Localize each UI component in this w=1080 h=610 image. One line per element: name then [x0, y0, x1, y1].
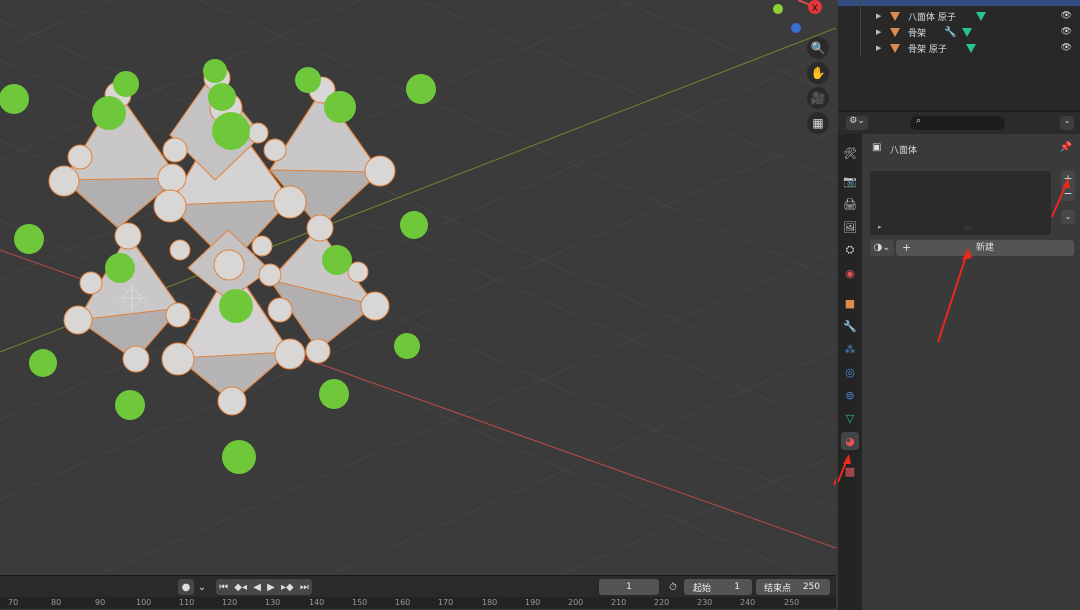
mesh-object-icon — [890, 27, 900, 37]
mesh-data-icon[interactable] — [962, 27, 972, 37]
jump-end-icon[interactable]: ⏭ — [300, 582, 309, 593]
play-icon[interactable]: ▶ — [267, 582, 275, 593]
frame-ruler[interactable]: 70 80 90 100 110 120 130 140 150 160 170… — [0, 597, 836, 608]
mesh-object-icon — [890, 11, 900, 21]
mesh-data-icon[interactable] — [966, 43, 976, 53]
properties-editor[interactable]: ⚙⌄ ⌕ ⌄ 🛠 📷 🖨 🖼 ⛭ ◉ ■ 🔧 ⁂ ◎ ⊚ ▽ ◕ ▩ ▣ 八面体… — [838, 110, 1080, 610]
mesh-object-icon — [890, 43, 900, 53]
end-value: 250 — [802, 582, 820, 592]
ruler-tick: 140 — [309, 598, 325, 607]
expand-arrow-icon[interactable]: ▶ — [876, 44, 881, 52]
annotation-arrow-left — [833, 477, 836, 486]
mesh-data-icon[interactable] — [976, 11, 986, 21]
ruler-tick: 110 — [179, 598, 195, 607]
start-value: 1 — [734, 582, 740, 592]
record-dropdown-icon[interactable]: ⌄ — [196, 579, 208, 595]
end-label: 结束点 — [764, 583, 792, 594]
camera-view-icon[interactable]: 🎥 — [807, 87, 829, 109]
ruler-tick: 220 — [654, 598, 670, 607]
zoom-icon[interactable]: 🔍 — [807, 37, 829, 59]
pan-hand-icon[interactable]: ✋ — [807, 62, 829, 84]
ruler-tick: 90 — [95, 598, 106, 607]
expand-arrow-icon[interactable]: ▶ — [876, 12, 881, 20]
eye-icon[interactable]: 👁 — [1061, 43, 1072, 53]
ruler-tick: 210 — [611, 598, 627, 607]
outliner[interactable]: ▶ 八面体 原子 👁 ▶ 骨架 🔧 👁 ▶ 骨架 原子 👁 — [838, 0, 1080, 110]
ruler-tick: 80 — [51, 598, 62, 607]
modifier-wrench-icon[interactable]: 🔧 — [944, 27, 956, 38]
ortho-grid-icon[interactable]: ▦ — [807, 112, 829, 134]
playback-controls[interactable]: ⏮ ◆◂ ◀ ▶ ▸◆ ⏭ — [216, 579, 312, 595]
outliner-row-framework[interactable]: ▶ 骨架 🔧 👁 — [838, 24, 1080, 40]
next-keyframe-icon[interactable]: ▸◆ — [281, 582, 294, 593]
ruler-tick: 150 — [352, 598, 368, 607]
ruler-tick: 120 — [222, 598, 238, 607]
ruler-tick: 180 — [482, 598, 498, 607]
stopwatch-icon[interactable]: ⏱ — [664, 579, 682, 595]
ruler-tick: 230 — [697, 598, 713, 607]
record-icon[interactable]: ● — [178, 579, 194, 595]
outliner-row-framework-atoms[interactable]: ▶ 骨架 原子 👁 — [838, 40, 1080, 56]
annotation-arrowhead — [843, 454, 851, 464]
outliner-row-label[interactable]: 骨架 原子 — [908, 42, 947, 55]
ruler-tick: 130 — [265, 598, 281, 607]
gizmo-x-label: X — [812, 4, 818, 14]
end-frame-field[interactable]: 结束点 250 — [756, 579, 830, 595]
play-reverse-icon[interactable]: ◀ — [253, 582, 261, 593]
jump-start-icon[interactable]: ⏮ — [219, 582, 228, 593]
annotation-arrows — [838, 178, 1070, 483]
annotation-arrowhead — [1062, 178, 1070, 188]
outliner-row-label[interactable]: 骨架 — [908, 26, 926, 39]
ruler-tick: 160 — [395, 598, 411, 607]
ruler-tick: 240 — [740, 598, 756, 607]
eye-icon[interactable]: 👁 — [1061, 11, 1072, 21]
ruler-tick: 70 — [8, 598, 19, 607]
ruler-tick: 250 — [784, 598, 800, 607]
outliner-row-label[interactable]: 八面体 原子 — [908, 10, 956, 23]
ruler-tick: 170 — [438, 598, 454, 607]
annotation-arrow-new — [937, 249, 969, 343]
prev-keyframe-icon[interactable]: ◆◂ — [234, 582, 247, 593]
start-frame-field[interactable]: 起始 1 — [684, 579, 752, 595]
eye-icon[interactable]: 👁 — [1061, 27, 1072, 37]
current-frame-field[interactable]: 1 — [599, 579, 659, 595]
start-label: 起始 — [693, 583, 712, 594]
selected-row-highlight — [838, 0, 1080, 6]
expand-arrow-icon[interactable]: ▶ — [876, 28, 881, 36]
annotation-arrowhead — [962, 248, 972, 260]
ruler-tick: 100 — [136, 598, 152, 607]
ruler-tick: 200 — [568, 598, 584, 607]
scene-canvas[interactable]: X — [0, 0, 836, 575]
ruler-tick: 190 — [525, 598, 541, 607]
outliner-row-octahedron-atoms[interactable]: ▶ 八面体 原子 👁 — [838, 8, 1080, 24]
3d-viewport[interactable]: X 🔍 ✋ 🎥 ▦ — [0, 0, 836, 575]
